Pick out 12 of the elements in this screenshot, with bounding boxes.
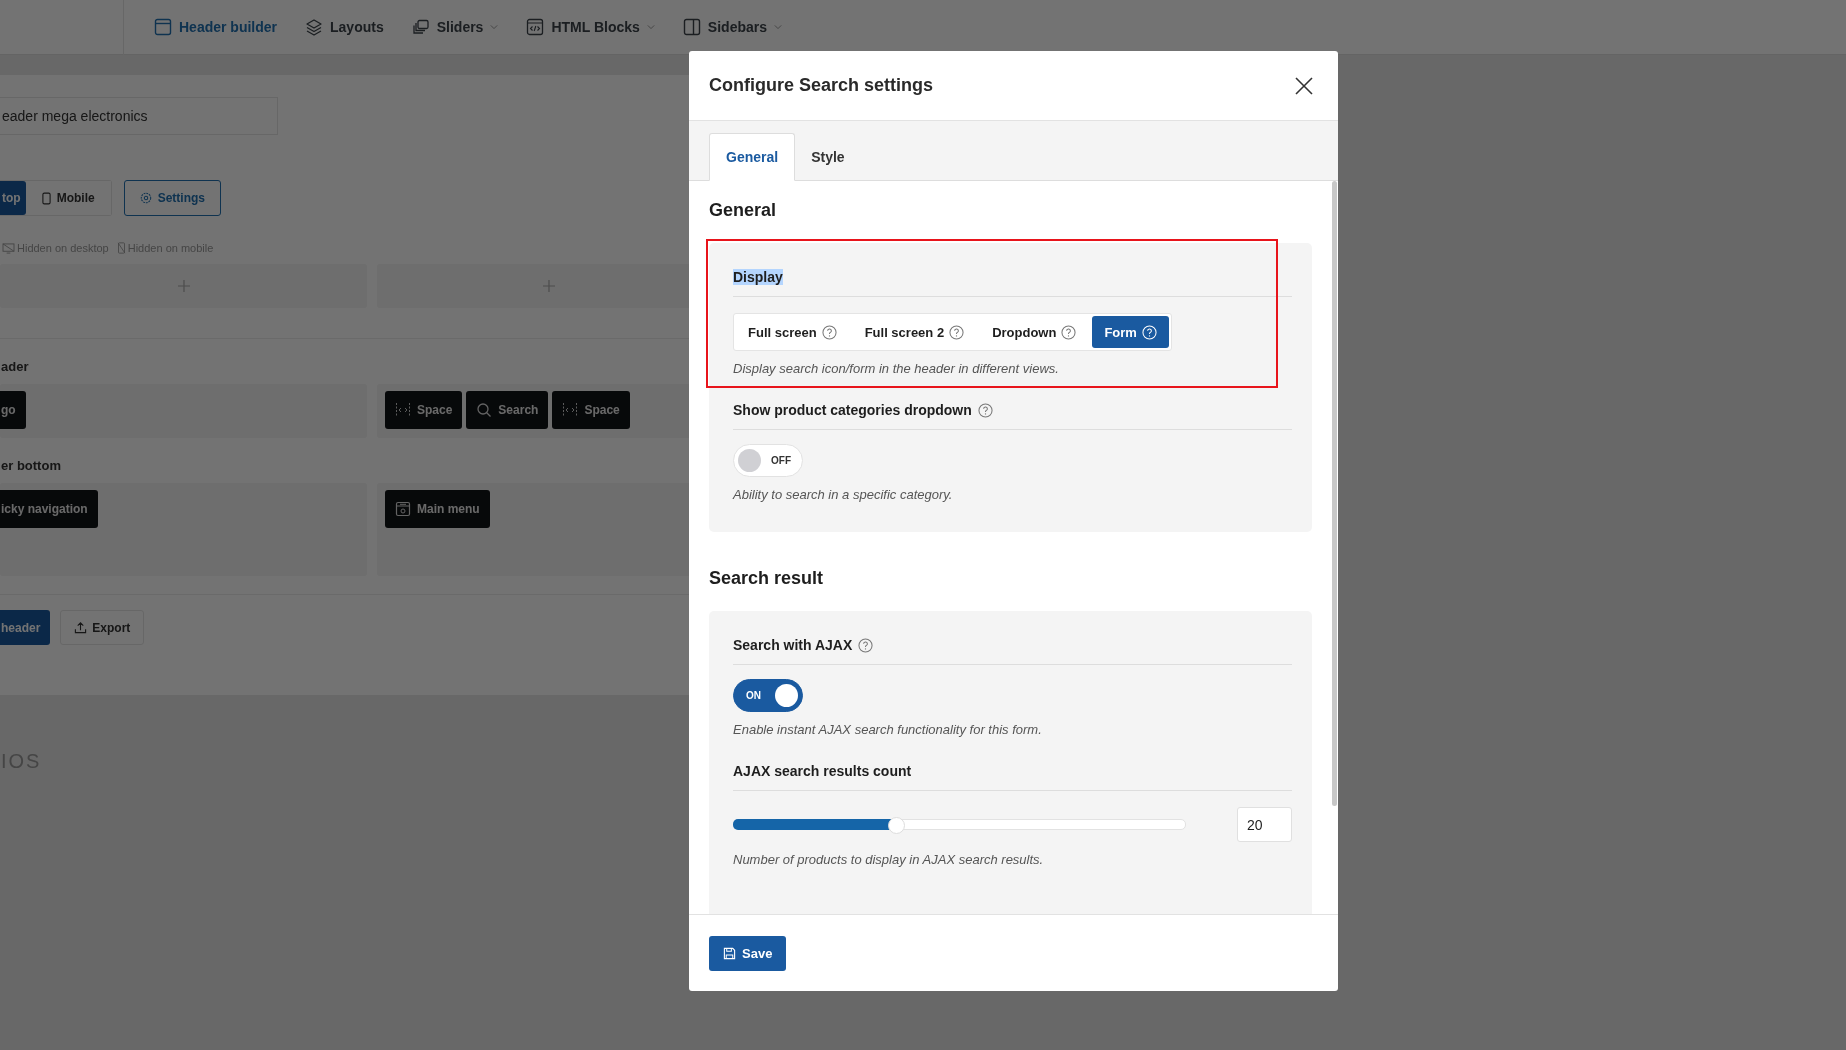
help-text: Number of products to display in AJAX search results. (733, 852, 1045, 867)
help-text: Ability to search in a specific category. (733, 487, 954, 502)
field-label: Display (733, 269, 783, 285)
field-label: Show product categories dropdown (733, 402, 972, 418)
row-title: ader (0, 359, 30, 374)
section-heading: General (709, 199, 778, 221)
dialog-title: Configure Search settings (709, 75, 934, 96)
help-text: Enable instant AJAX search functionality for this form. (733, 722, 1043, 737)
field-label: Search with AJAX (733, 637, 853, 653)
row-title: er bottom (0, 458, 62, 473)
field-label: AJAX search results count (733, 763, 912, 779)
help-text: Display search icon/form in the header in different views. (733, 361, 1060, 376)
